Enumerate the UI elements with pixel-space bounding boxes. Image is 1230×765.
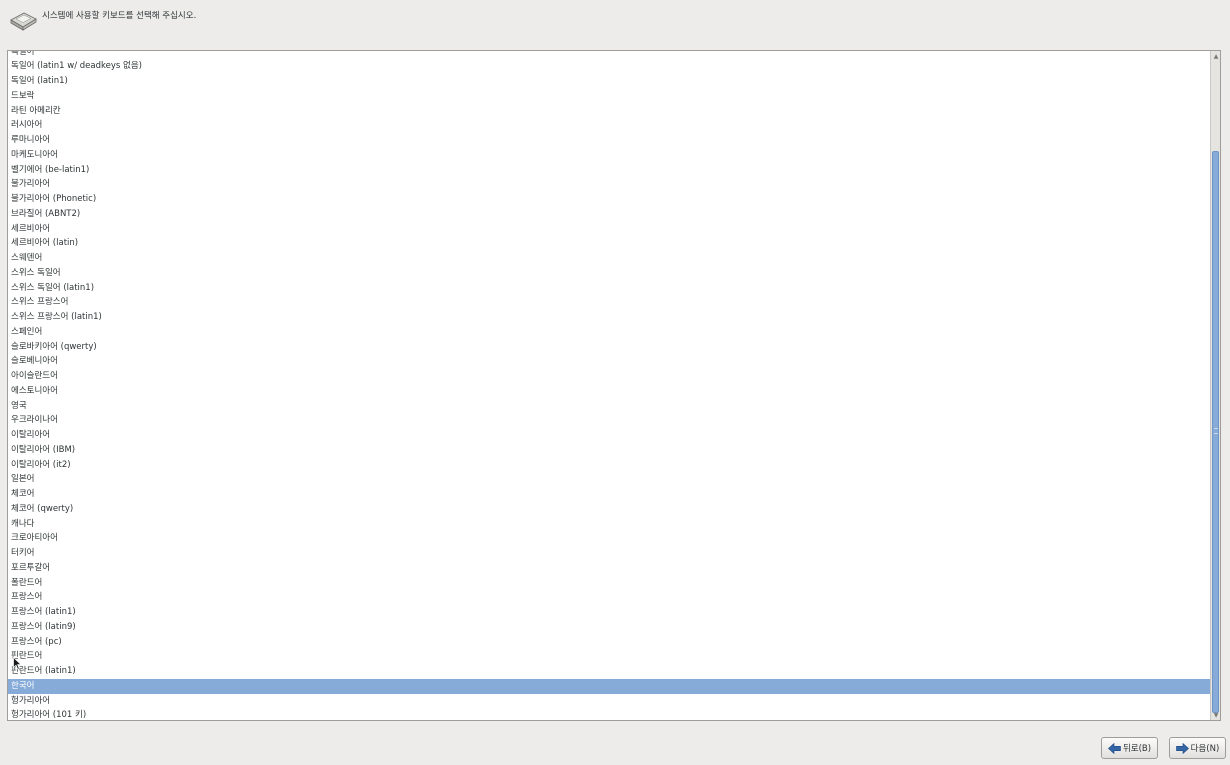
- next-button[interactable]: 다음(N): [1169, 737, 1226, 759]
- list-item[interactable]: 독일어: [8, 51, 1211, 59]
- list-item[interactable]: 프랑스어: [8, 590, 1211, 605]
- page-title: 시스템에 사용할 키보드를 선택해 주십시오.: [42, 11, 197, 21]
- list-item[interactable]: 프랑스어 (latin9): [8, 620, 1211, 635]
- list-item[interactable]: 러시아어: [8, 118, 1211, 133]
- list-item[interactable]: 우크라이나어: [8, 413, 1211, 428]
- list-item[interactable]: 스웨덴어: [8, 251, 1211, 266]
- list-item[interactable]: 마케도니아어: [8, 148, 1211, 163]
- list-item[interactable]: 헝가리아어: [8, 694, 1211, 709]
- scroll-up-icon[interactable]: ▲: [1211, 51, 1220, 61]
- list-item[interactable]: 아이슬란드어: [8, 369, 1211, 384]
- list-item[interactable]: 불가리아어 (Phonetic): [8, 192, 1211, 207]
- list-item[interactable]: 일본어: [8, 472, 1211, 487]
- list-item[interactable]: 에스토니아어: [8, 384, 1211, 399]
- list-item[interactable]: 슬로바키아어 (qwerty): [8, 340, 1211, 355]
- list-item[interactable]: 스페인어: [8, 325, 1211, 340]
- list-item[interactable]: 핀란드어 (latin1): [8, 664, 1211, 679]
- arrow-right-icon: [1175, 742, 1189, 754]
- list-item[interactable]: 폴란드어: [8, 576, 1211, 591]
- list-item[interactable]: 영국: [8, 399, 1211, 414]
- list-item-selected[interactable]: 한국어: [8, 678, 1211, 694]
- scroll-down-icon[interactable]: ▼: [1211, 710, 1220, 720]
- list-item[interactable]: 프랑스어 (latin1): [8, 605, 1211, 620]
- list-item[interactable]: 스위스 프랑스어: [8, 295, 1211, 310]
- list-item[interactable]: 헝가리아어 (101 키): [8, 708, 1211, 720]
- list-item[interactable]: 브라질어 (ABNT2): [8, 207, 1211, 222]
- mouse-cursor-icon: [13, 657, 22, 670]
- list-item[interactable]: 라틴 아메리칸: [8, 104, 1211, 119]
- list-item[interactable]: 드보락: [8, 89, 1211, 104]
- list-item[interactable]: 캐나다: [8, 517, 1211, 532]
- list-item[interactable]: 스위스 독일어 (latin1): [8, 281, 1211, 296]
- list-item[interactable]: 슬로베니아어: [8, 354, 1211, 369]
- list-item[interactable]: 세르비아어 (latin): [8, 236, 1211, 251]
- list-item[interactable]: 크로아티아어: [8, 531, 1211, 546]
- list-item[interactable]: 벨기에어 (be-latin1): [8, 163, 1211, 178]
- list-item[interactable]: 이탈리아어 (it2): [8, 458, 1211, 473]
- list-item[interactable]: 체코어: [8, 487, 1211, 502]
- back-button-label: 뒤로(B): [1122, 744, 1152, 754]
- list-item[interactable]: 독일어 (latin1): [8, 74, 1211, 89]
- list-item[interactable]: 프랑스어 (pc): [8, 635, 1211, 650]
- header: 시스템에 사용할 키보드를 선택해 주십시오.: [8, 8, 202, 42]
- list-item[interactable]: 이탈리아어: [8, 428, 1211, 443]
- list-item[interactable]: 터키어: [8, 546, 1211, 561]
- list-item[interactable]: 루마니아어: [8, 133, 1211, 148]
- keyboard-icon: [10, 12, 37, 31]
- list-item[interactable]: 스위스 독일어: [8, 266, 1211, 281]
- list-item[interactable]: 스위스 프랑스어 (latin1): [8, 310, 1211, 325]
- arrow-left-icon: [1107, 742, 1121, 754]
- list-item[interactable]: 세르비아어: [8, 222, 1211, 237]
- next-button-label: 다음(N): [1190, 744, 1220, 754]
- list-item[interactable]: 포르투갈어: [8, 561, 1211, 576]
- scroll-thumb[interactable]: [1212, 151, 1219, 713]
- vertical-scrollbar[interactable]: ▲ ▼: [1210, 51, 1220, 720]
- back-button[interactable]: 뒤로(B): [1101, 737, 1158, 759]
- list-item[interactable]: 독일어 (latin1 w/ deadkeys 없음): [8, 59, 1211, 74]
- keyboard-list[interactable]: 독일어 독일어 (latin1 w/ deadkeys 없음) 독일어 (latin…: [7, 50, 1221, 721]
- list-item[interactable]: 불가리아어: [8, 177, 1211, 192]
- keyboard-list-rows[interactable]: 독일어 독일어 (latin1 w/ deadkeys 없음) 독일어 (latin…: [8, 51, 1211, 720]
- list-item[interactable]: 핀란드어: [8, 649, 1211, 664]
- list-item[interactable]: 체코어 (qwerty): [8, 502, 1211, 517]
- grip-icon: [1214, 428, 1218, 434]
- list-item[interactable]: 이탈리아어 (IBM): [8, 443, 1211, 458]
